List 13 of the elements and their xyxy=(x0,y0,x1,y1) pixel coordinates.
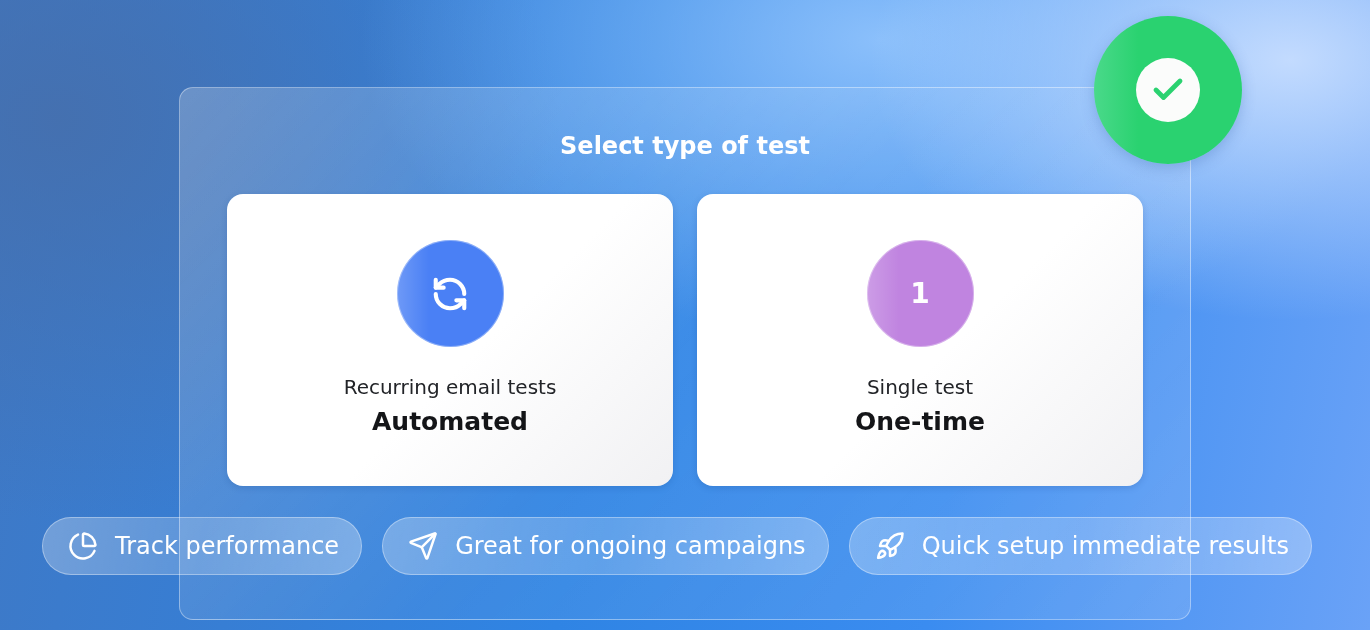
paper-plane-icon xyxy=(407,530,440,562)
option-card[interactable]: 1 Single test One-time xyxy=(697,194,1143,486)
option-label: One-time xyxy=(855,406,985,438)
option-subtitle: Recurring email tests xyxy=(343,375,557,399)
feature-label: Track performance xyxy=(115,532,340,560)
step-number: 1 xyxy=(910,277,930,310)
panel-title: Select type of test xyxy=(560,131,810,162)
feature-label: Great for ongoing campaigns xyxy=(455,532,806,560)
option-label: Automated xyxy=(372,406,528,438)
option-subtitle: Single test xyxy=(866,375,974,399)
pie-chart-icon xyxy=(67,530,99,562)
option-card[interactable]: Recurring email tests Automated xyxy=(227,194,673,486)
feature-label: Quick setup immediate results xyxy=(921,532,1289,560)
